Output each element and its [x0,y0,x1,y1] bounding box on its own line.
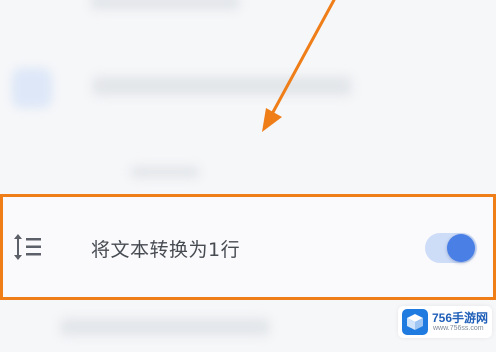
setting-row-single-line-text[interactable]: 将文本转换为1行 [0,194,496,300]
cube-logo-icon [402,309,428,335]
watermark-name: 756手游网 [432,311,489,325]
line-height-icon [13,234,45,260]
blurred-row-text [90,0,240,10]
watermark-url: www.756ss.com [433,325,484,332]
blurred-row-icon [12,68,52,108]
watermark-logo: 756手游网 www.756ss.com [398,306,492,338]
blurred-row-text [130,166,200,178]
blurred-row-text [92,76,352,96]
blurred-row-text [60,318,270,336]
setting-label: 将文本转换为1行 [91,239,241,261]
single-line-toggle[interactable] [425,233,477,263]
toggle-knob [447,234,475,262]
